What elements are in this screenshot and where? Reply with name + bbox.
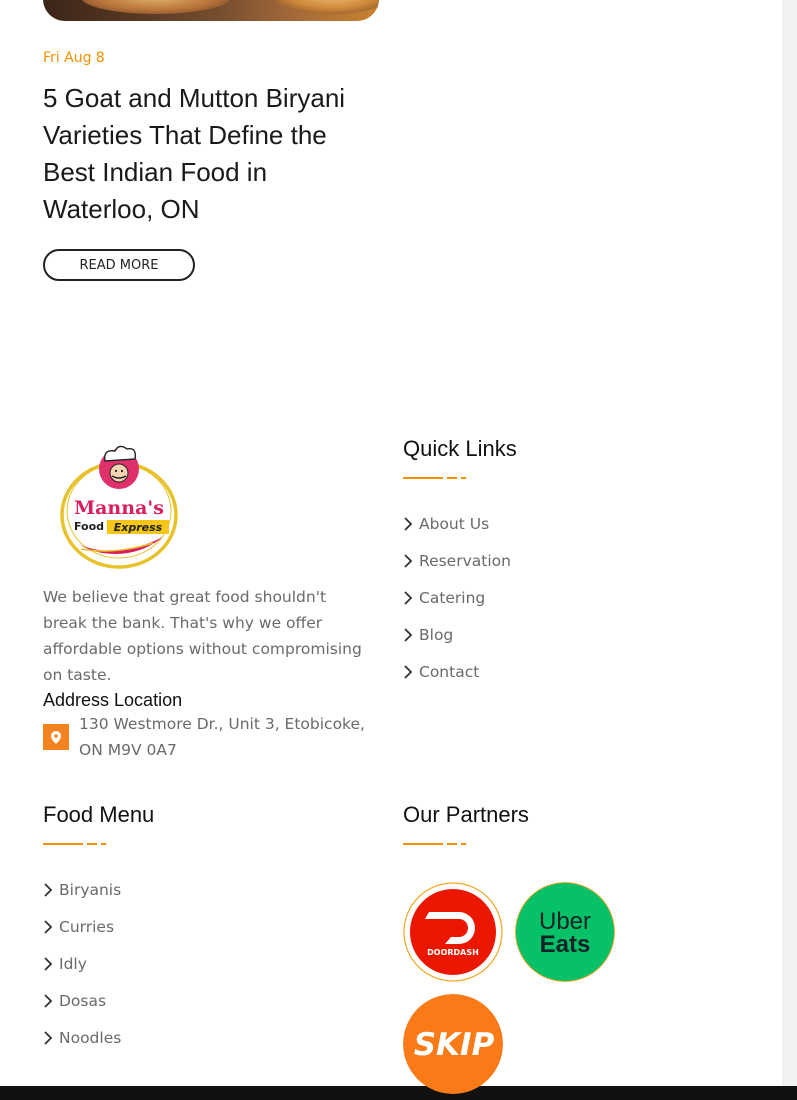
link-label: Biryanis (59, 880, 122, 899)
chevron-right-icon (43, 956, 59, 972)
menu-link-biryanis[interactable]: Biryanis (43, 871, 121, 908)
vertical-scrollbar[interactable] (782, 0, 797, 1086)
logo-text: Manna's (74, 497, 164, 519)
bottom-bar (0, 1086, 797, 1100)
link-label: Catering (419, 588, 486, 607)
link-label: About Us (419, 514, 490, 533)
quick-link-reservation[interactable]: Reservation (403, 542, 511, 579)
logo-text: Food (74, 520, 104, 533)
doordash-partner-logo[interactable]: DOORDASH (403, 882, 503, 982)
doordash-label: DOORDASH (427, 948, 479, 957)
about-description: We believe that great food shouldn't bre… (43, 588, 362, 684)
link-label: Contact (419, 662, 480, 681)
food-menu-heading: Food Menu (43, 802, 155, 827)
post-title[interactable]: 5 Goat and Mutton Biryani Varieties That… (43, 80, 373, 228)
our-partners-heading: Our Partners (403, 802, 529, 827)
quick-links-heading: Quick Links (403, 436, 517, 461)
link-label: Reservation (419, 551, 511, 570)
menu-link-dosas[interactable]: Dosas (43, 982, 121, 1019)
menu-link-noodles[interactable]: Noodles (43, 1019, 121, 1056)
read-more-button[interactable]: READ MORE (43, 249, 195, 281)
food-menu-list: Biryanis Curries Idly Dosas Noodles (43, 871, 121, 1056)
chevron-right-icon (403, 553, 419, 569)
location-pin-icon (43, 724, 69, 750)
chevron-right-icon (43, 993, 59, 1009)
ubereats-label: Eats (540, 931, 591, 958)
heading-underline (403, 477, 466, 479)
chevron-right-icon (403, 627, 419, 643)
quick-link-about-us[interactable]: About Us (403, 505, 511, 542)
link-label: Blog (419, 625, 454, 644)
logo-text: Express (114, 521, 163, 534)
quick-links-list: About Us Reservation Catering Blog Conta… (403, 505, 511, 690)
chevron-right-icon (43, 1030, 59, 1046)
link-label: Noodles (59, 1028, 122, 1047)
quick-link-blog[interactable]: Blog (403, 616, 511, 653)
chevron-right-icon (403, 590, 419, 606)
skip-label: SKIP (414, 1027, 495, 1063)
link-label: Curries (59, 917, 115, 936)
skip-partner-logo[interactable]: SKIP (403, 994, 503, 1094)
address-text: 130 Westmore Dr., Unit 3, Etobicoke, ON … (79, 715, 365, 759)
post-thumbnail[interactable] (43, 0, 379, 21)
post-date: Fri Aug 8 (43, 50, 105, 66)
menu-link-curries[interactable]: Curries (43, 908, 121, 945)
link-label: Idly (59, 954, 87, 973)
chevron-right-icon (43, 919, 59, 935)
menu-link-idly[interactable]: Idly (43, 945, 121, 982)
chevron-right-icon (43, 882, 59, 898)
address-heading: Address Location (43, 690, 183, 710)
chevron-right-icon (403, 664, 419, 680)
food-plate-image (273, 0, 379, 14)
quick-link-contact[interactable]: Contact (403, 653, 511, 690)
mannas-food-express-logo[interactable]: Manna's Food Express (55, 443, 183, 571)
heading-underline (403, 843, 466, 845)
chevron-right-icon (403, 516, 419, 532)
heading-underline (43, 843, 106, 845)
link-label: Dosas (59, 991, 107, 1010)
food-plate-image (81, 0, 231, 14)
ubereats-partner-logo[interactable]: Uber Eats (515, 882, 615, 982)
quick-link-catering[interactable]: Catering (403, 579, 511, 616)
